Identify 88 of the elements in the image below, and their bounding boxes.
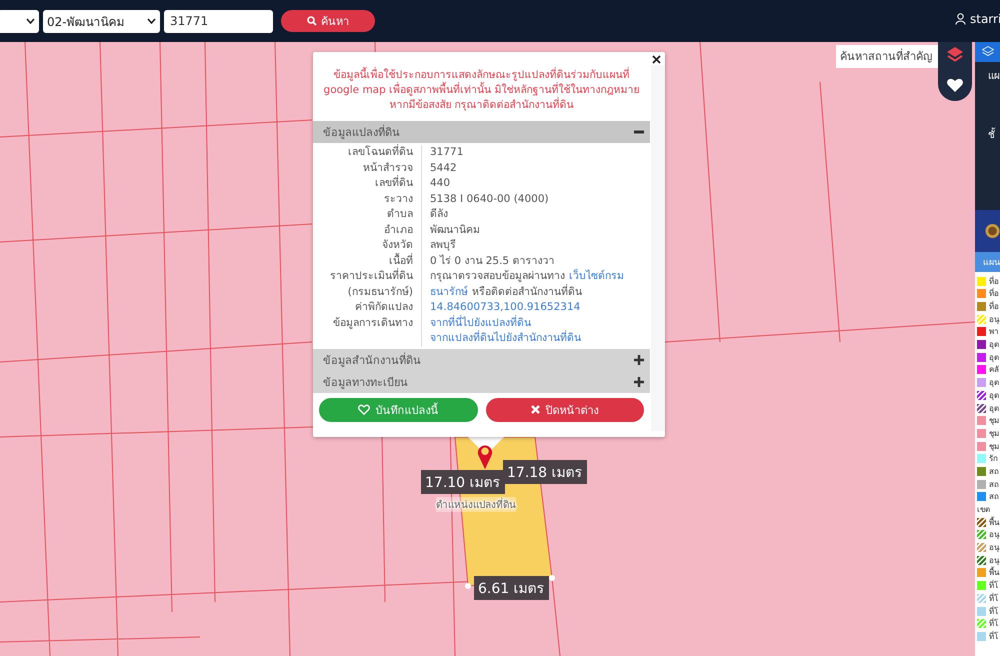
legend-label: ชุม xyxy=(989,415,999,428)
legend-label: อนุ xyxy=(989,529,999,542)
legend-label: ที่โ xyxy=(989,617,998,630)
province-select[interactable] xyxy=(0,10,39,32)
legend-label: เขต xyxy=(977,504,990,516)
caret-icon xyxy=(26,18,35,24)
link[interactable]: จากที่นี่ไปยังแปลงที่ดิน xyxy=(430,316,531,331)
caret-icon xyxy=(147,18,156,24)
legend-label: พื้น xyxy=(989,516,999,529)
search-button[interactable]: ค้นหา xyxy=(281,10,375,32)
field-label: เลขที่ดิน xyxy=(375,177,413,189)
field-label: ค่าพิกัดแปลง xyxy=(355,301,413,313)
save-parcel-button[interactable]: บันทึกแปลงนี้ xyxy=(319,398,478,422)
field-label: ระวาง xyxy=(384,192,413,204)
close-icon xyxy=(531,405,540,414)
legend-label: ที่อ xyxy=(989,300,999,314)
field-label: (กรมธนารักษ์) xyxy=(348,286,413,298)
legend-label: อนุ xyxy=(989,314,999,326)
field-value: 5442 xyxy=(430,160,457,176)
section-header[interactable]: ข้อมูลแปลงที่ดิน xyxy=(313,121,650,143)
link[interactable]: จากแปลงที่ดินไปยังสำนักงานที่ดิน xyxy=(430,331,581,346)
field-label: เนื้อที่ xyxy=(389,254,413,266)
scrollbar[interactable] xyxy=(651,65,665,431)
field-value: 5138 I 0640-00 (4000) xyxy=(430,192,549,206)
legend-label: ชุม xyxy=(989,428,999,440)
legend-label: อุต xyxy=(989,377,999,390)
link[interactable]: 14.84600733,100.91652314 xyxy=(430,300,580,316)
layers-icon xyxy=(980,45,994,59)
layer-label: ชั้ xyxy=(988,127,1000,142)
legend-label: ที่โ xyxy=(989,579,998,592)
close-window-button[interactable]: ปิดหน้าต่าง xyxy=(486,398,644,422)
legend-label: อุต xyxy=(989,390,999,402)
heart-icon xyxy=(358,404,370,415)
legend-label: ที่อ xyxy=(989,287,999,300)
heart-icon[interactable] xyxy=(946,76,964,94)
section-header[interactable]: ข้อมูลทางทะเบียน xyxy=(313,370,650,392)
panel-title: แผ xyxy=(988,70,1000,83)
legend-label: ชุม xyxy=(989,440,999,453)
field-value: 440 xyxy=(430,176,450,191)
field-value: 0 ไร่ 0 งาน 25.5 ตารางวา xyxy=(430,254,554,268)
distance-label: 6.61 เมตร xyxy=(474,576,549,600)
field-value: 31771 xyxy=(430,145,464,160)
legend-label: อุต xyxy=(989,352,999,364)
legend-label: คลั xyxy=(989,364,999,376)
distance-label: 17.10 เมตร xyxy=(421,470,505,494)
legend-label: ที่โ xyxy=(989,630,998,643)
section-header[interactable]: ข้อมูลสำนักงานที่ดิน xyxy=(313,348,650,370)
legend-label: ที่โ xyxy=(989,592,998,605)
field-label: จังหวัด xyxy=(382,239,413,251)
field-label: ตำบล xyxy=(387,208,413,220)
field-value: ลพบุรี xyxy=(430,238,456,253)
field-label: เลขโฉนดที่ดิน xyxy=(348,146,413,158)
legend-label: พื้น xyxy=(989,566,999,580)
legend-label: อุต xyxy=(989,402,999,415)
emblem-icon xyxy=(985,223,1000,239)
deed-number-field[interactable]: 31771 xyxy=(164,10,273,32)
legend-header: แผน xyxy=(975,252,1000,272)
user-menu[interactable]: starri xyxy=(955,12,1000,26)
legend-label: ที่อ xyxy=(989,275,999,288)
place-search-field[interactable]: ค้นหาสถานที่สำคัญ xyxy=(836,45,938,68)
field-label: อำเภอ xyxy=(384,224,413,236)
legend-label: ที่โ xyxy=(989,605,998,618)
legend-label: อนุ xyxy=(989,542,999,554)
link[interactable]: ธนารักษ์ xyxy=(430,284,468,300)
field-value: ดีลัง xyxy=(430,207,448,222)
map-pin-icon xyxy=(476,443,494,470)
distance-label: 17.18 เมตร xyxy=(503,460,587,484)
field-value: พัฒนานิคม xyxy=(430,222,480,238)
search-icon xyxy=(307,16,317,26)
field-value: หรือติดต่อสำนักงานที่ดิน xyxy=(472,284,582,300)
legend-label: อุต xyxy=(989,339,999,352)
layers-icon[interactable] xyxy=(946,46,964,64)
legend-label: พา xyxy=(989,326,998,338)
legend-label: รัก xyxy=(989,453,998,466)
legend-label: อนุ xyxy=(989,554,999,566)
field-label: หน้าสำรวจ xyxy=(363,162,413,174)
disclaimer-text: ข้อมูลนี้เพื่อใช้ประกอบการแสดงลักษณะรูปแปลงที่ดินร่วมกับแผนที่ google map เพื่อดูสภาพพื้นที่เท่านั้น มิใช่หลักฐานที่ใช้ในทางกฎหมาย หากมีข้อสงสัย กรุณาติดต่อสำนักงานที่ดิน xyxy=(322,66,640,113)
field-label: ข้อมูลการเดินทาง xyxy=(333,316,413,328)
legend-label: สถ xyxy=(989,491,999,504)
link[interactable]: เว็บไซต์กรม xyxy=(569,269,624,284)
close-icon[interactable] xyxy=(652,55,661,64)
legend-label: สถ xyxy=(989,478,999,491)
legend-label: สถ xyxy=(989,466,999,478)
user-icon xyxy=(955,13,966,25)
panel-header[interactable] xyxy=(975,42,1000,62)
district-select[interactable]: 02-พัฒนานิคม xyxy=(43,10,160,32)
field-value: กรุณาตรวจสอบข้อมูลผ่านทาง xyxy=(430,269,565,284)
field-label: ราคาประเมินที่ดิน xyxy=(330,270,413,282)
